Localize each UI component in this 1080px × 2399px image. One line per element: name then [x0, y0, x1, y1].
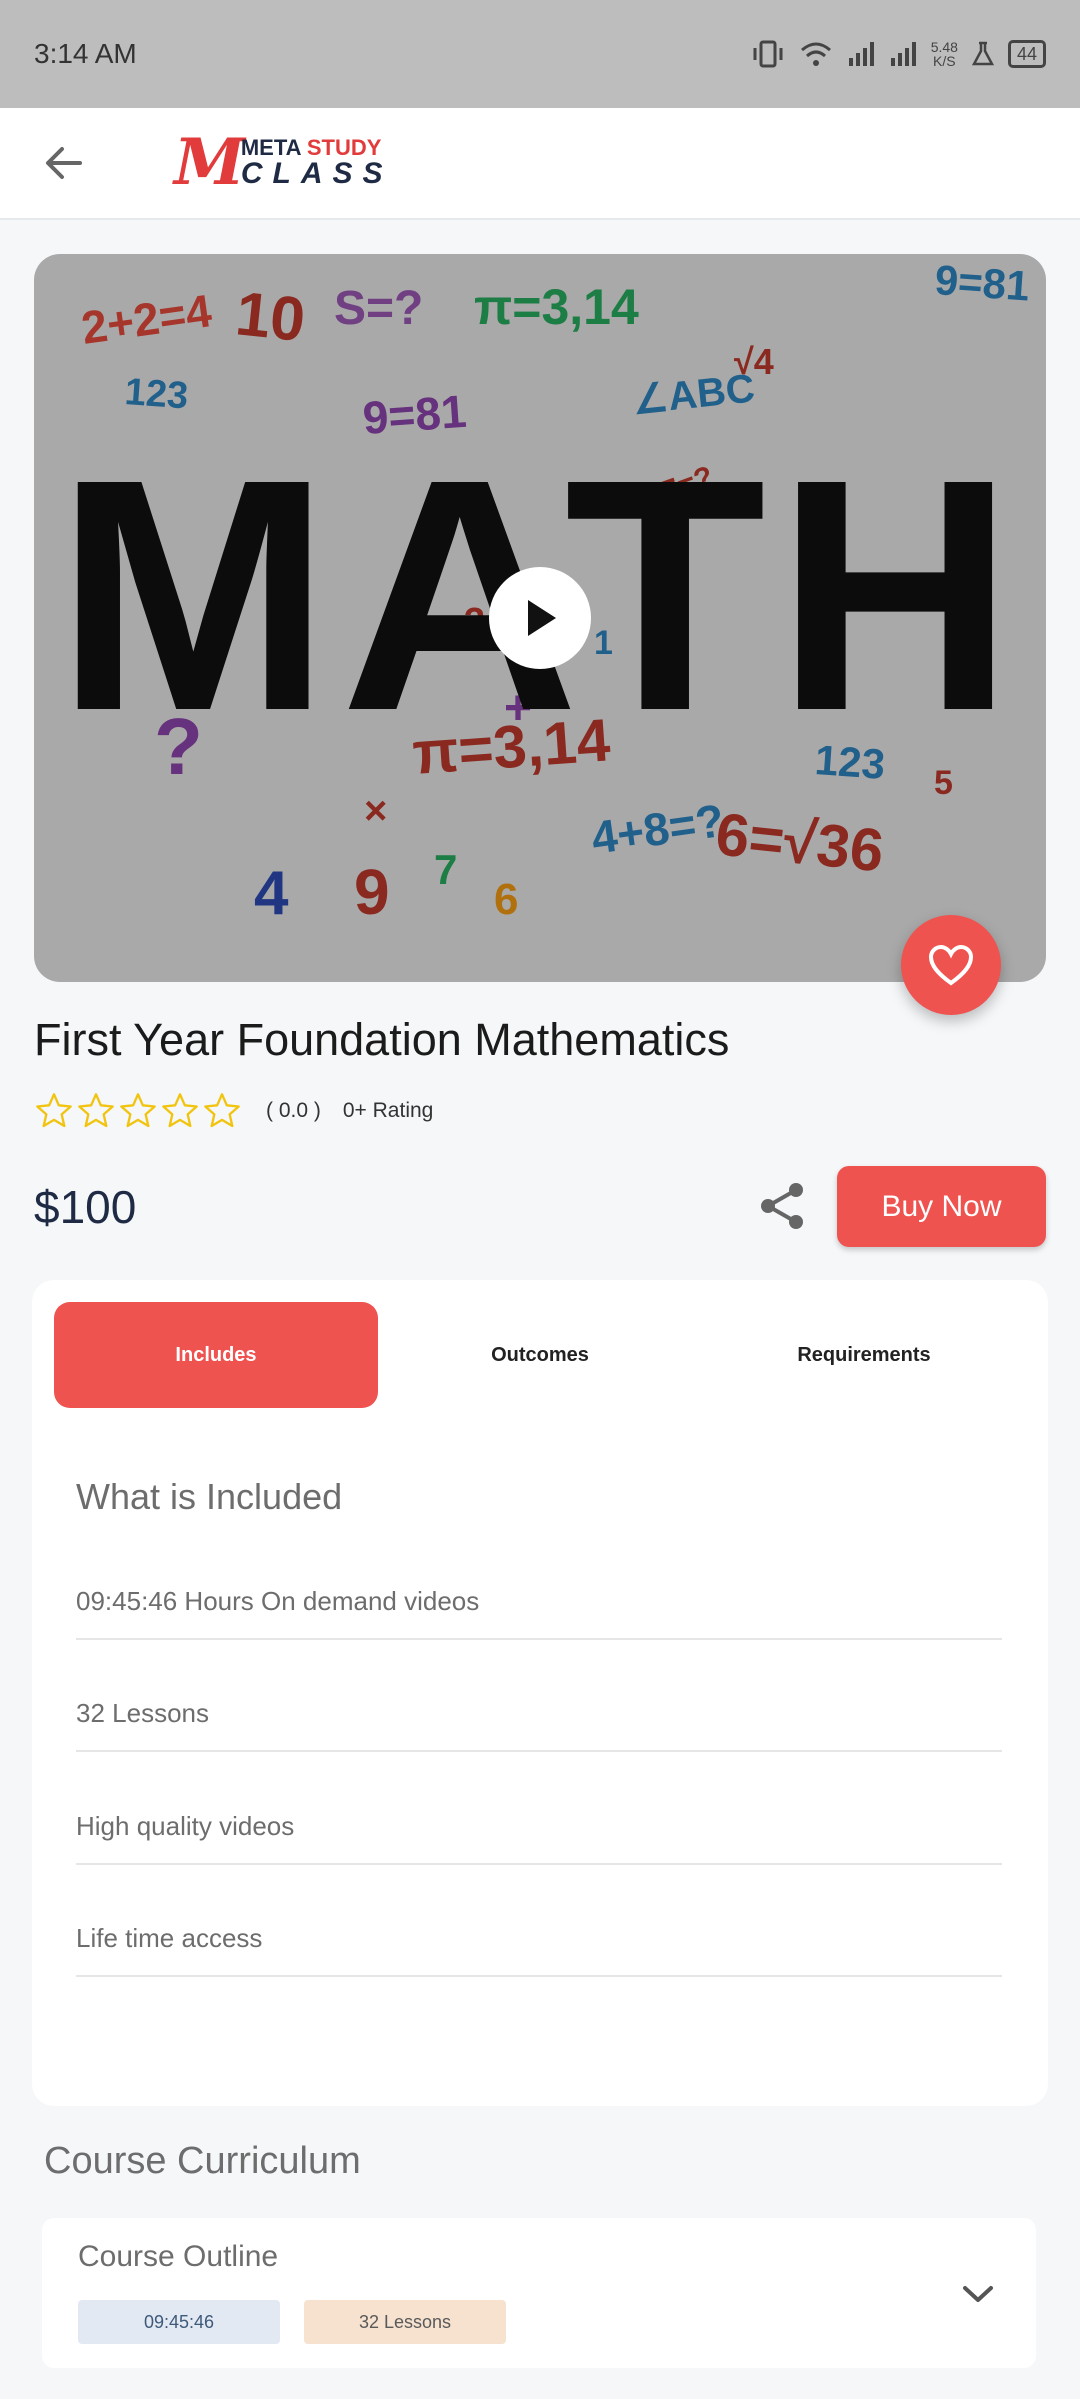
- status-icons: 5.48 K/S 44: [751, 39, 1046, 69]
- star-icon: [36, 1093, 72, 1128]
- back-button[interactable]: [34, 133, 94, 193]
- included-heading: What is Included: [76, 1476, 343, 1517]
- course-outline-card[interactable]: Course Outline 09:45:46 32 Lessons: [42, 2218, 1036, 2368]
- chevron-down-icon: [963, 2286, 993, 2302]
- include-item: Life time access: [76, 1919, 1002, 1977]
- include-item: 32 Lessons: [76, 1694, 1002, 1752]
- app-logo: M META STUDY CLASS: [174, 131, 393, 195]
- network-speed: 5.48 K/S: [930, 39, 958, 69]
- buy-now-button[interactable]: Buy Now: [837, 1166, 1046, 1247]
- play-button[interactable]: [489, 567, 591, 669]
- heart-icon: [928, 944, 974, 986]
- play-icon: [528, 600, 556, 636]
- signal-icon: [848, 42, 874, 66]
- course-price: $100: [34, 1181, 137, 1233]
- expand-button[interactable]: [954, 2270, 1002, 2318]
- app-bar: M META STUDY CLASS: [0, 108, 1080, 220]
- rating-row: ( 0.0 ) 0+ Rating: [34, 1090, 433, 1132]
- star-icon: [204, 1093, 240, 1128]
- tab-includes[interactable]: Includes: [54, 1302, 378, 1408]
- rating-count: 0+ Rating: [342, 1099, 434, 1122]
- share-button[interactable]: [756, 1180, 808, 1232]
- lessons-badge: 32 Lessons: [304, 2300, 506, 2344]
- star-icon: [162, 1093, 198, 1128]
- rating-value: ( 0.0 ): [266, 1099, 321, 1122]
- wifi-icon: [800, 42, 831, 66]
- include-item: 09:45:46 Hours On demand videos: [76, 1582, 1002, 1640]
- share-icon: [761, 1183, 803, 1229]
- tab-requirements[interactable]: Requirements: [702, 1302, 1026, 1408]
- include-item: High quality videos: [76, 1807, 1002, 1865]
- logo-text: META STUDY CLASS: [240, 135, 393, 190]
- course-preview-image[interactable]: 2+2=4 10 S=? 123 9=81 π=3,14 ∠ABC √4 9=81 6×7=?? π…: [34, 254, 1046, 982]
- star-icon: [78, 1093, 114, 1128]
- battery-indicator: 44: [1007, 40, 1046, 68]
- favorite-button[interactable]: [901, 915, 1001, 1015]
- course-title: First Year Foundation Mathematics: [34, 1014, 730, 1065]
- tab-outcomes[interactable]: Outcomes: [378, 1302, 702, 1408]
- logo-letter: M: [174, 125, 245, 200]
- star-rating: [34, 1091, 244, 1131]
- outline-title: Course Outline: [78, 2240, 279, 2273]
- tab-bar: Includes Outcomes Requirements: [54, 1302, 1026, 1408]
- status-bar: 3:14 AM 5.48 K/S 44: [0, 0, 1080, 108]
- status-time: 3:14 AM: [34, 38, 137, 69]
- vibrate-icon: [753, 40, 783, 68]
- curriculum-heading: Course Curriculum: [44, 2140, 361, 2182]
- flask-icon: [971, 41, 994, 66]
- signal-icon-2: [890, 42, 916, 66]
- arrow-left-icon: [46, 147, 82, 179]
- star-icon: [120, 1093, 156, 1128]
- course-details-card: Includes Outcomes Requirements What is I…: [32, 1280, 1048, 2106]
- duration-badge: 09:45:46: [78, 2300, 280, 2344]
